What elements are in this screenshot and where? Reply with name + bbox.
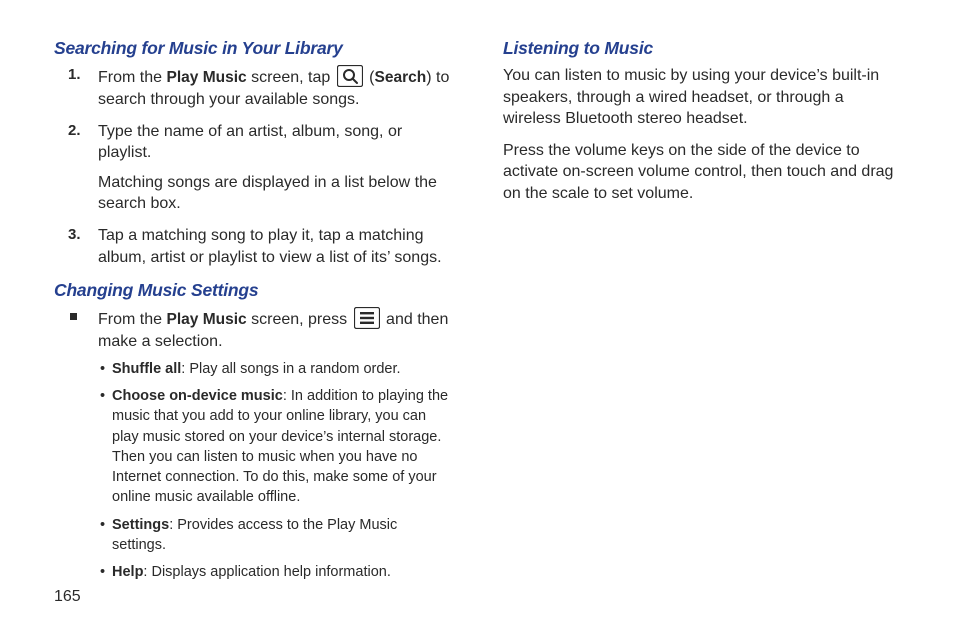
right-column: Listening to Music You can listen to mus… bbox=[503, 38, 900, 593]
heading-listening: Listening to Music bbox=[503, 38, 900, 59]
settings-bullets: Shuffle all: Play all songs in a random … bbox=[98, 359, 451, 583]
settings-list: From the Play Music screen, press and th… bbox=[54, 307, 451, 583]
step-number: 2. bbox=[68, 121, 81, 141]
bullet-bold: Choose on-device music bbox=[112, 388, 283, 404]
bullet-rest: : Displays application help information. bbox=[143, 564, 390, 580]
step-text-secondary: Matching songs are displayed in a list b… bbox=[98, 172, 451, 215]
step-number: 3. bbox=[68, 225, 81, 245]
page-number: 165 bbox=[54, 588, 81, 606]
bullet-rest: : Play all songs in a random order. bbox=[181, 361, 400, 377]
step-text: Tap a matching song to play it, tap a ma… bbox=[98, 227, 442, 266]
step-1: 1. From the Play Music screen, tap (Sear… bbox=[98, 65, 451, 111]
left-column: Searching for Music in Your Library 1. F… bbox=[54, 38, 451, 593]
search-icon bbox=[337, 65, 363, 87]
bullet-shuffle-all: Shuffle all: Play all songs in a random … bbox=[112, 359, 451, 379]
bullet-on-device: Choose on-device music: In addition to p… bbox=[112, 386, 451, 508]
settings-lead-item: From the Play Music screen, press and th… bbox=[98, 307, 451, 583]
bold-search: Search bbox=[375, 69, 427, 86]
step-text-part: ( bbox=[365, 69, 375, 86]
lead-text-part: screen, press bbox=[247, 311, 352, 328]
bullet-help: Help: Displays application help informat… bbox=[112, 562, 451, 582]
bullet-bold: Shuffle all bbox=[112, 361, 181, 377]
bullet-bold: Help bbox=[112, 564, 143, 580]
manual-page: Searching for Music in Your Library 1. F… bbox=[0, 0, 954, 636]
step-text: Type the name of an artist, album, song,… bbox=[98, 123, 402, 162]
step-2: 2. Type the name of an artist, album, so… bbox=[98, 121, 451, 215]
listening-paragraph-1: You can listen to music by using your de… bbox=[503, 65, 900, 130]
step-3: 3. Tap a matching song to play it, tap a… bbox=[98, 225, 451, 268]
heading-settings: Changing Music Settings bbox=[54, 280, 451, 301]
bullet-settings: Settings: Provides access to the Play Mu… bbox=[112, 515, 451, 556]
bold-play-music: Play Music bbox=[166, 69, 246, 86]
two-column-layout: Searching for Music in Your Library 1. F… bbox=[54, 38, 900, 593]
menu-icon bbox=[354, 307, 380, 329]
lead-text-part: From the bbox=[98, 311, 166, 328]
listening-paragraph-2: Press the volume keys on the side of the… bbox=[503, 140, 900, 205]
step-text-part: screen, tap bbox=[247, 69, 335, 86]
bullet-rest: : In addition to playing the music that … bbox=[112, 388, 448, 505]
bullet-bold: Settings bbox=[112, 517, 169, 533]
heading-searching: Searching for Music in Your Library bbox=[54, 38, 451, 59]
search-steps-list: 1. From the Play Music screen, tap (Sear… bbox=[54, 65, 451, 268]
step-text-part: From the bbox=[98, 69, 166, 86]
step-number: 1. bbox=[68, 65, 81, 85]
bold-play-music: Play Music bbox=[166, 311, 246, 328]
